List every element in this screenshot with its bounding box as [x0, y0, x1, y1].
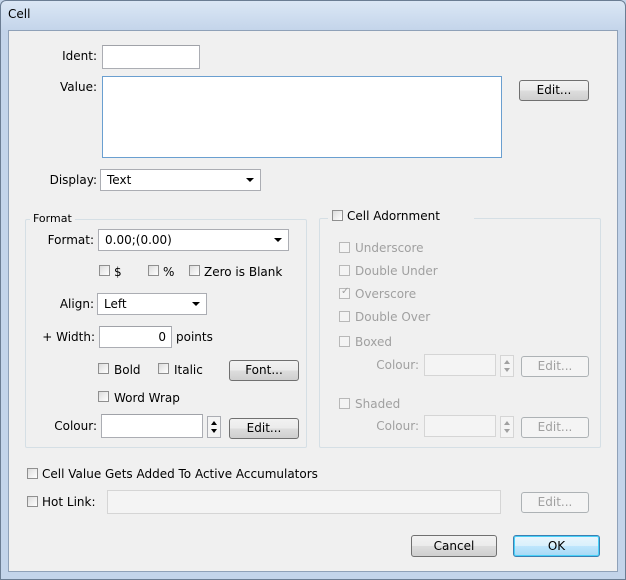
double-over-label: Double Over [355, 310, 431, 324]
format-group-caption: Format [30, 212, 75, 225]
accumulators-label: Cell Value Gets Added To Active Accumula… [42, 467, 318, 481]
format-selected-value: 0.00;(0.00) [105, 233, 172, 247]
percent-checkbox[interactable] [148, 265, 159, 276]
width-label: + Width: [42, 330, 95, 344]
width-input[interactable]: 0 [99, 326, 172, 348]
double-over-checkbox[interactable] [339, 311, 350, 322]
align-selected-value: Left [104, 297, 127, 311]
shaded-colour-spinner[interactable] [500, 416, 514, 438]
spinner-up-icon [504, 421, 510, 425]
value-textarea[interactable] [102, 76, 502, 158]
shaded-label: Shaded [355, 397, 401, 411]
spinner-up-icon [504, 360, 510, 364]
shaded-edit-button[interactable]: Edit... [521, 417, 589, 438]
chevron-down-icon [192, 302, 200, 306]
hot-link-input[interactable] [107, 490, 501, 514]
display-selected-value: Text [107, 173, 132, 187]
hot-link-label: Hot Link: [42, 495, 96, 509]
hot-link-checkbox[interactable] [27, 496, 38, 507]
dollar-label: $ [114, 265, 122, 279]
colour-edit-button[interactable]: Edit... [229, 418, 299, 439]
boxed-label: Boxed [355, 335, 392, 349]
shaded-checkbox[interactable] [339, 398, 350, 409]
format-label: Format: [47, 233, 94, 247]
double-under-checkbox[interactable] [339, 265, 350, 276]
ident-label: Ident: [62, 49, 97, 63]
underscore-checkbox[interactable] [339, 242, 350, 253]
bold-label: Bold [114, 363, 141, 377]
boxed-colour-spinner[interactable] [500, 355, 514, 377]
spinner-down-icon [504, 429, 510, 433]
spinner-down-icon [504, 368, 510, 372]
window-title: Cell [8, 7, 31, 21]
boxed-edit-button[interactable]: Edit... [521, 356, 589, 377]
boxed-colour-input[interactable] [424, 354, 496, 376]
zero-is-blank-checkbox[interactable] [189, 265, 200, 276]
display-select[interactable]: Text [100, 169, 261, 191]
colour-spinner[interactable] [207, 416, 221, 438]
cell-adornment-label: Cell Adornment [347, 209, 440, 223]
cancel-button[interactable]: Cancel [411, 535, 497, 557]
value-edit-button[interactable]: Edit... [519, 80, 589, 101]
chevron-down-icon [274, 238, 282, 242]
width-units-label: points [176, 330, 213, 344]
italic-checkbox[interactable] [158, 363, 169, 374]
accumulators-checkbox[interactable] [27, 468, 38, 479]
align-select[interactable]: Left [97, 293, 207, 315]
colour-label: Colour: [54, 419, 97, 433]
underscore-label: Underscore [355, 241, 424, 255]
double-under-label: Double Under [355, 264, 438, 278]
overscore-label: Overscore [355, 287, 417, 301]
ok-button[interactable]: OK [513, 535, 600, 557]
align-label: Align: [59, 297, 94, 311]
spinner-up-icon [211, 421, 217, 425]
chevron-down-icon [246, 178, 254, 182]
zero-is-blank-label: Zero is Blank [204, 265, 283, 279]
checkmark-icon: ✓ [341, 286, 350, 297]
dollar-checkbox[interactable] [99, 265, 110, 276]
word-wrap-checkbox[interactable] [98, 391, 109, 402]
colour-input[interactable] [101, 414, 203, 438]
font-button[interactable]: Font... [229, 360, 299, 381]
format-select[interactable]: 0.00;(0.00) [98, 229, 289, 251]
boxed-checkbox[interactable] [339, 336, 350, 347]
value-label: Value: [60, 80, 97, 94]
word-wrap-label: Word Wrap [114, 391, 180, 405]
cell-adornment-checkbox[interactable] [332, 210, 343, 221]
shaded-colour-input[interactable] [424, 415, 496, 437]
hot-link-edit-button[interactable]: Edit... [521, 492, 589, 513]
spinner-down-icon [211, 429, 217, 433]
display-label: Display: [49, 173, 97, 187]
bold-checkbox[interactable] [98, 363, 109, 374]
shaded-colour-label: Colour: [376, 419, 419, 433]
boxed-colour-label: Colour: [376, 358, 419, 372]
overscore-checkbox[interactable]: ✓ [339, 286, 350, 299]
percent-label: % [163, 265, 175, 279]
ident-input[interactable] [102, 45, 200, 69]
italic-label: Italic [174, 363, 203, 377]
